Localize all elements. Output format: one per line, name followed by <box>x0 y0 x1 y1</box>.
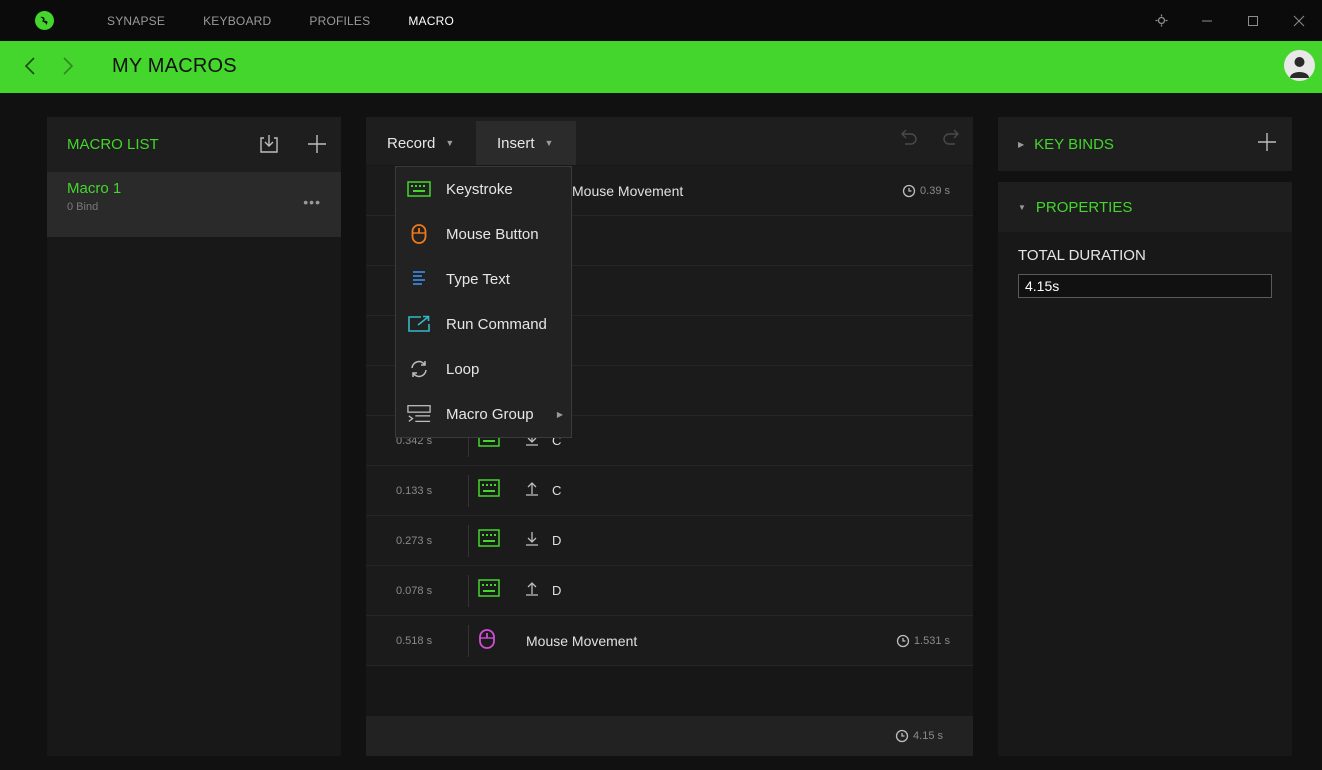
record-dropdown[interactable]: Record ▼ <box>366 121 476 165</box>
menu-item-label: Type Text <box>446 271 510 288</box>
table-row[interactable]: 0.273 s D <box>366 516 973 566</box>
macro-group-icon <box>407 404 431 424</box>
key-up-arrow-icon <box>525 481 539 502</box>
add-macro-plus-icon[interactable] <box>307 134 327 159</box>
event-duration: 0.39 s <box>902 184 950 198</box>
properties-header[interactable]: ▼ PROPERTIES <box>998 182 1292 232</box>
macro-list-header: MACRO LIST <box>47 117 341 172</box>
expand-arrow-icon: ▶ <box>1018 139 1025 149</box>
event-key: D <box>552 583 562 598</box>
macro-list-item[interactable]: Macro 1 0 Bind ••• <box>47 172 341 237</box>
keyboard-icon <box>478 529 500 552</box>
macro-name: Macro 1 <box>67 180 122 197</box>
editor-toolbar: Record ▼ Insert ▼ <box>366 117 973 165</box>
loop-icon <box>407 359 431 379</box>
keyboard-icon <box>478 579 500 602</box>
tab-keyboard[interactable]: KEYBOARD <box>203 14 271 28</box>
editor-footer: 4.15 s <box>366 716 973 756</box>
insert-menu: Keystroke Mouse Button Type Text Run Com… <box>395 166 572 438</box>
menu-item-run-command[interactable]: Run Command <box>396 302 571 347</box>
event-delay: 0.133 s <box>396 484 433 497</box>
key-up-arrow-icon <box>525 581 539 602</box>
keyboard-icon <box>478 479 500 502</box>
more-options-icon[interactable]: ••• <box>303 194 321 210</box>
event-delay: 0.273 s <box>396 534 433 547</box>
event-duration-value: 1.531 s <box>913 634 950 647</box>
tab-profiles[interactable]: PROFILES <box>309 14 370 28</box>
menu-item-type-text[interactable]: Type Text <box>396 257 571 302</box>
redo-icon[interactable] <box>941 129 963 154</box>
window-controls <box>1138 0 1322 41</box>
event-label: Mouse Movement <box>526 632 638 649</box>
close-icon[interactable] <box>1276 0 1322 41</box>
title-bar: SYNAPSE KEYBOARD PROFILES MACRO <box>0 0 1322 41</box>
properties-title: PROPERTIES <box>1035 198 1133 216</box>
clock-icon <box>896 634 910 647</box>
chevron-down-icon: ▼ <box>445 138 455 148</box>
collapse-arrow-icon: ▼ <box>1018 202 1026 212</box>
text-icon <box>407 269 431 289</box>
user-avatar[interactable] <box>1284 50 1315 81</box>
record-label: Record <box>387 134 436 152</box>
table-row[interactable]: 0.518 s Mouse Movement 1.531 s <box>366 616 973 666</box>
total-duration-label: TOTAL DURATION <box>1018 247 1146 264</box>
tab-synapse[interactable]: SYNAPSE <box>107 14 165 28</box>
macro-bind-count: 0 Bind <box>67 201 99 213</box>
table-row[interactable]: 0.078 s D <box>366 566 973 616</box>
submenu-arrow-icon: ▶ <box>556 410 563 419</box>
menu-item-label: Keystroke <box>446 181 513 198</box>
total-duration-field[interactable]: 4.15s <box>1018 274 1272 298</box>
settings-gear-icon[interactable] <box>1138 0 1184 41</box>
page-title: MY MACROS <box>112 55 237 77</box>
insert-label: Insert <box>497 134 535 152</box>
total-duration: 4.15 s <box>913 730 943 742</box>
event-key: D <box>552 533 562 548</box>
menu-item-label: Mouse Button <box>446 226 539 243</box>
back-arrow-icon[interactable] <box>20 55 42 77</box>
clock-icon <box>902 184 916 197</box>
menu-item-label: Macro Group <box>446 406 534 423</box>
insert-dropdown[interactable]: Insert ▼ <box>476 121 576 165</box>
top-nav: SYNAPSE KEYBOARD PROFILES MACRO <box>107 0 492 41</box>
event-delay: 0.078 s <box>396 584 433 597</box>
event-duration: 1.531 s <box>896 634 950 648</box>
mouse-icon <box>478 629 496 654</box>
event-label: Mouse Movement <box>572 182 684 199</box>
import-icon[interactable] <box>259 134 279 159</box>
minimize-icon[interactable] <box>1184 0 1230 41</box>
menu-item-loop[interactable]: Loop <box>396 347 571 392</box>
key-down-arrow-icon <box>525 531 539 552</box>
menu-item-keystroke[interactable]: Keystroke <box>396 167 571 212</box>
table-row[interactable]: 0.133 s C <box>366 466 973 516</box>
properties-panel: ▼ PROPERTIES TOTAL DURATION 4.15s <box>998 182 1292 756</box>
run-command-icon <box>407 314 431 334</box>
forward-arrow-icon[interactable] <box>56 55 78 77</box>
chevron-down-icon: ▼ <box>544 138 554 148</box>
maximize-icon[interactable] <box>1230 0 1276 41</box>
event-delay: 0.518 s <box>396 634 433 647</box>
event-duration-value: 0.39 s <box>920 184 950 197</box>
page-header: MY MACROS <box>0 41 1322 93</box>
key-binds-title: KEY BINDS <box>1034 135 1114 153</box>
menu-item-label: Run Command <box>446 316 547 333</box>
tab-macro[interactable]: MACRO <box>408 14 454 28</box>
menu-item-macro-group[interactable]: Macro Group ▶ <box>396 392 571 437</box>
menu-item-mouse-button[interactable]: Mouse Button <box>396 212 571 257</box>
keyboard-icon <box>407 179 431 199</box>
clock-icon <box>895 729 909 743</box>
undo-icon[interactable] <box>897 129 919 154</box>
key-binds-panel: ▶ KEY BINDS <box>998 117 1292 171</box>
menu-item-label: Loop <box>446 361 480 378</box>
event-key: C <box>552 483 562 498</box>
macro-list-panel: MACRO LIST Macro 1 0 Bind ••• <box>47 117 341 756</box>
add-key-bind-plus-icon[interactable] <box>1256 131 1278 158</box>
key-binds-header[interactable]: ▶ KEY BINDS <box>998 117 1292 171</box>
macro-list-title: MACRO LIST <box>67 136 159 153</box>
mouse-icon <box>407 224 431 244</box>
razer-logo-icon <box>35 11 54 30</box>
